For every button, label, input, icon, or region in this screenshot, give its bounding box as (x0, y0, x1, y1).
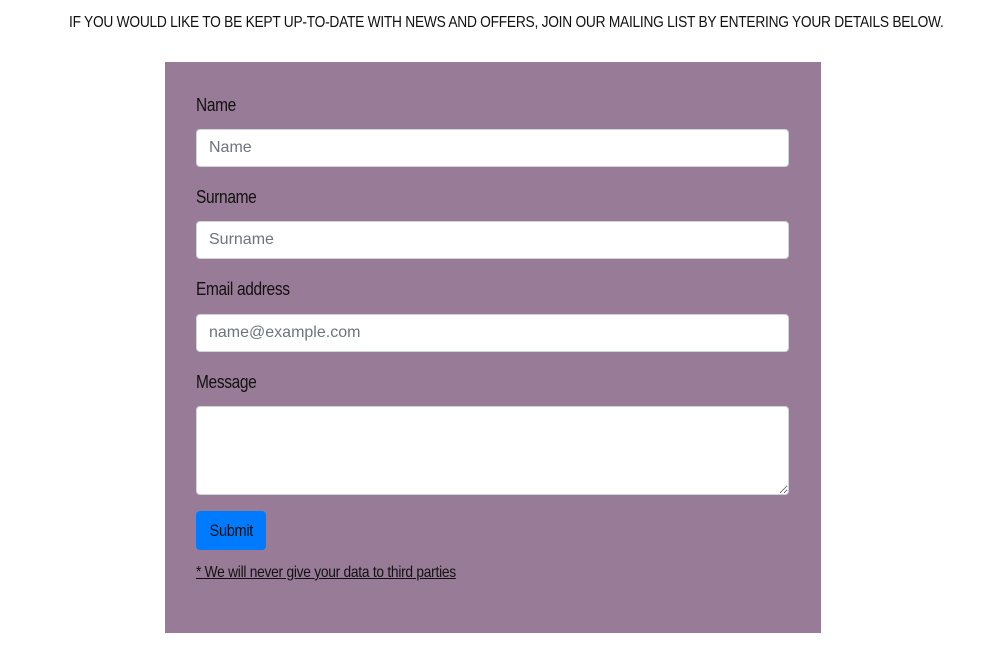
message-field-group: Message (196, 372, 789, 495)
surname-field-group: Surname (196, 187, 789, 259)
message-label: Message (196, 372, 257, 392)
signup-form-panel: Name Surname Email address Message Submi… (165, 62, 821, 633)
name-label: Name (196, 95, 236, 115)
message-textarea[interactable] (196, 406, 789, 495)
privacy-note-link[interactable]: * We will never give your data to third … (196, 564, 456, 582)
email-field-group: Email address (196, 279, 789, 352)
name-field-group: Name (196, 95, 789, 167)
surname-label: Surname (196, 187, 257, 207)
submit-button[interactable]: Submit (196, 511, 266, 550)
name-input[interactable] (196, 129, 789, 167)
surname-input[interactable] (196, 221, 789, 259)
email-label: Email address (196, 279, 290, 299)
email-input[interactable] (196, 314, 789, 352)
mailing-list-intro: IF YOU WOULD LIKE TO BE KEPT UP-TO-DATE … (69, 14, 944, 31)
submit-button-label: Submit (209, 520, 253, 540)
